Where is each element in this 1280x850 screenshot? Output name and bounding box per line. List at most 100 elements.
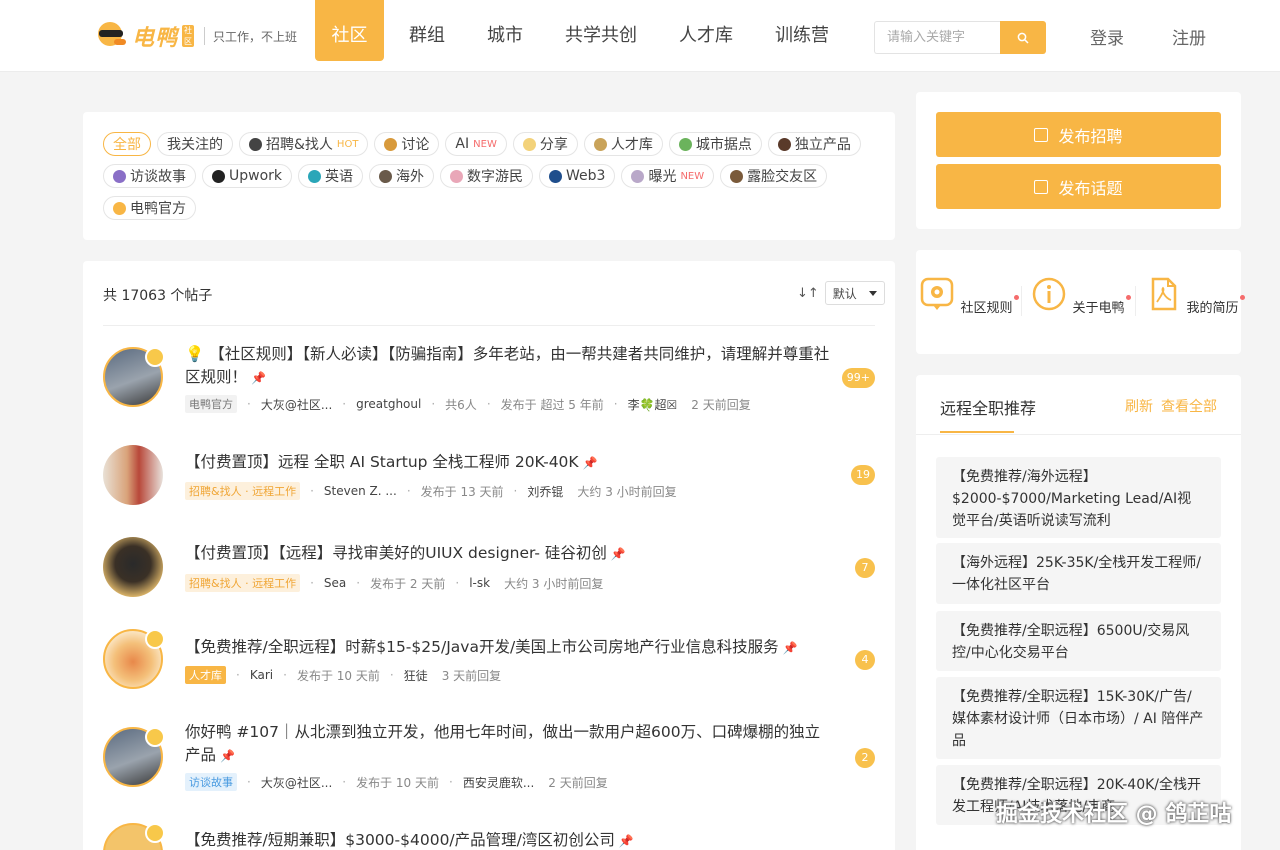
avatar[interactable] [103, 823, 165, 850]
refresh-link[interactable]: 刷新 [1125, 396, 1153, 416]
link-community-rules[interactable]: 社区规则 [916, 276, 1019, 316]
post-badge[interactable]: 招聘&找人 · 远程工作 [185, 482, 301, 500]
tag-exposure[interactable]: 曝光 NEW [621, 164, 715, 188]
site-logo[interactable]: 电鸭 社区 只工作，不上班 [96, 20, 297, 52]
post-title[interactable]: 你好鸭 #107｜从北漂到独立开发，他用七年时间，做出一款用户超600万、口碑爆… [185, 721, 835, 768]
sort-icon[interactable]: ↓↑ [797, 286, 819, 301]
post-item[interactable]: 【付费置顶】【远程】寻找审美好的UIUX designer- 硅谷初创 📌 招聘&… [103, 537, 875, 617]
recommend-item[interactable]: 【免费推荐/全职远程】15K-30K/广告/媒体素材设计师（日本市场）/ AI … [936, 677, 1221, 759]
post-item[interactable]: 【免费推荐/短期兼职】$3000-$4000/产品管理/湾区初创公司 📌 [103, 823, 875, 850]
post-badge[interactable]: 招聘&找人 · 远程工作 [185, 574, 301, 592]
recommend-item[interactable]: 【免费推荐/海外远程】$2000-$7000/Marketing Lead/AI… [936, 457, 1221, 538]
pin-icon: 📌 [220, 749, 235, 763]
tag-share[interactable]: 分享 [512, 132, 578, 156]
overseas-icon [379, 169, 393, 183]
register-link[interactable]: 注册 [1172, 24, 1206, 49]
post-title[interactable]: 【免费推荐/全职远程】时薪$15-$25/Java开发/美国上市公司房地产行业信… [185, 636, 835, 660]
tag-web3[interactable]: Web3 [539, 164, 616, 188]
avatar[interactable] [103, 445, 165, 507]
info-icon [1033, 277, 1066, 311]
tag-ai[interactable]: AI NEW [445, 132, 507, 156]
post-author[interactable]: 大灰@社区... [261, 396, 332, 413]
recommend-title: 远程全职推荐 [940, 399, 1037, 418]
crown-icon [145, 823, 165, 843]
post-meta: 电鸭官方 · 大灰@社区... · greatghoul · 共6人 · 发布于 超过 … [185, 395, 751, 413]
tag-nomad[interactable]: 数字游民 [440, 164, 534, 188]
post-replier[interactable]: 西安灵鹿软... [463, 774, 534, 791]
duck-logo-icon [96, 21, 126, 51]
nav-bootcamp[interactable]: 训练营 [775, 0, 829, 61]
gear-icon [921, 277, 954, 310]
post-meta: 访谈故事 · 大灰@社区... · 发布于 10 天前 · 西安灵鹿软... 2 天前… [185, 773, 608, 791]
post-author[interactable]: Kari [250, 668, 273, 682]
nav-groups[interactable]: 群组 [409, 0, 445, 61]
english-icon [308, 169, 322, 183]
web3-icon [549, 169, 563, 183]
tag-indie-product[interactable]: 独立产品 [767, 132, 861, 156]
reply-count: 7 [855, 558, 875, 578]
recommend-item[interactable]: 【海外远程】25K-35K/全栈开发工程师/一体化社区平台 [936, 543, 1221, 604]
search-input[interactable] [874, 21, 1000, 54]
post-author[interactable]: greatghoul [356, 397, 421, 411]
tag-discuss[interactable]: 讨论 [374, 132, 440, 156]
post-item[interactable]: 【付费置顶】远程 全职 AI Startup 全栈工程师 20K-40K 📌 招聘… [103, 445, 875, 525]
tag-following[interactable]: 我关注的 [157, 132, 233, 156]
recommend-item[interactable]: 【免费推荐/全职远程】6500U/交易风控/中心化交易平台 [936, 611, 1221, 671]
post-badge[interactable]: 电鸭官方 [185, 395, 237, 413]
view-all-link[interactable]: 查看全部 [1161, 396, 1217, 416]
tag-overseas[interactable]: 海外 [369, 164, 435, 188]
publish-topic-button[interactable]: 发布话题 [936, 164, 1221, 209]
avatar[interactable] [103, 727, 165, 789]
avatar[interactable] [103, 537, 165, 599]
post-replier[interactable]: 李🍀超☒ [628, 396, 678, 413]
post-item[interactable]: 你好鸭 #107｜从北漂到独立开发，他用七年时间，做出一款用户超600万、口碑爆… [103, 721, 875, 821]
top-header: 电鸭 社区 只工作，不上班 社区 群组 城市 共学共创 人才库 训练营 登录 注… [0, 0, 1280, 72]
post-title[interactable]: 💡 【社区规则】【新人必读】【防骗指南】多年老站，由一帮共建者共同维护，请理解并… [185, 343, 835, 390]
nav-talent[interactable]: 人才库 [679, 0, 733, 61]
tag-list: 全部 我关注的 招聘&找人 HOT 讨论 AI NEW 分享 人才库 城市据点 独立… [103, 132, 873, 228]
tag-english[interactable]: 英语 [298, 164, 364, 188]
post-author[interactable]: Steven Z. ... [324, 484, 397, 498]
publish-job-button[interactable]: 发布招聘 [936, 112, 1221, 157]
link-about[interactable]: 关于电鸭 [1028, 276, 1131, 316]
post-item[interactable]: 【免费推荐/全职远程】时薪$15-$25/Java开发/美国上市公司房地产行业信… [103, 629, 875, 709]
nav-city[interactable]: 城市 [487, 0, 523, 61]
sort-select[interactable]: 默认 [824, 281, 885, 305]
post-replier[interactable]: 刘乔锟 [527, 483, 563, 500]
product-icon [777, 137, 791, 151]
post-replier[interactable]: l-sk [469, 576, 490, 590]
tag-talent[interactable]: 人才库 [583, 132, 663, 156]
post-author[interactable]: Sea [324, 576, 346, 590]
category-tags-card: 全部 我关注的 招聘&找人 HOT 讨论 AI NEW 分享 人才库 城市据点 独立… [83, 112, 895, 240]
tag-face[interactable]: 露脸交友区 [720, 164, 828, 188]
crown-icon [145, 727, 165, 747]
link-resume[interactable]: 我的简历 [1142, 276, 1245, 316]
post-title[interactable]: 【免费推荐/短期兼职】$3000-$4000/产品管理/湾区初创公司 📌 [185, 829, 835, 850]
login-link[interactable]: 登录 [1090, 24, 1124, 49]
post-replier[interactable]: 狂徒 [404, 667, 428, 684]
pin-icon: 📌 [582, 456, 598, 470]
quick-links-card: 社区规则 关于电鸭 我的简历 [916, 250, 1245, 354]
tag-upwork[interactable]: Upwork [202, 164, 293, 188]
post-author[interactable]: 大灰@社区... [261, 774, 332, 791]
post-item[interactable]: 💡 【社区规则】【新人必读】【防骗指南】多年老站，由一帮共建者共同维护，请理解并… [103, 341, 875, 441]
nav-community[interactable]: 社区 [315, 0, 384, 61]
post-badge[interactable]: 人才库 [185, 666, 226, 684]
tag-official[interactable]: 电鸭官方 [103, 196, 196, 220]
nav-colearn[interactable]: 共学共创 [565, 0, 637, 61]
post-meta: 招聘&找人 · 远程工作 · Steven Z. ... · 发布于 13 天前 ·… [185, 482, 677, 500]
upwork-icon [212, 169, 225, 183]
search-icon [1017, 32, 1029, 44]
main-nav: 社区 群组 城市 共学共创 人才库 训练营 [315, 0, 829, 61]
avatar[interactable] [103, 347, 165, 409]
posts-card: 共 17063 个帖子 ↓↑ 默认 💡 【社区规则】【新人必读】【防骗指南】多年… [83, 261, 895, 850]
post-title[interactable]: 【付费置顶】远程 全职 AI Startup 全栈工程师 20K-40K 📌 [185, 451, 835, 475]
post-title[interactable]: 【付费置顶】【远程】寻找审美好的UIUX designer- 硅谷初创 📌 [185, 542, 835, 566]
avatar[interactable] [103, 629, 165, 691]
search-button[interactable] [1000, 21, 1046, 54]
tag-all[interactable]: 全部 [103, 132, 151, 156]
tag-city[interactable]: 城市据点 [668, 132, 762, 156]
post-badge[interactable]: 访谈故事 [185, 773, 237, 791]
tag-interview[interactable]: 访谈故事 [103, 164, 196, 188]
tag-recruit[interactable]: 招聘&找人 HOT [239, 132, 369, 156]
